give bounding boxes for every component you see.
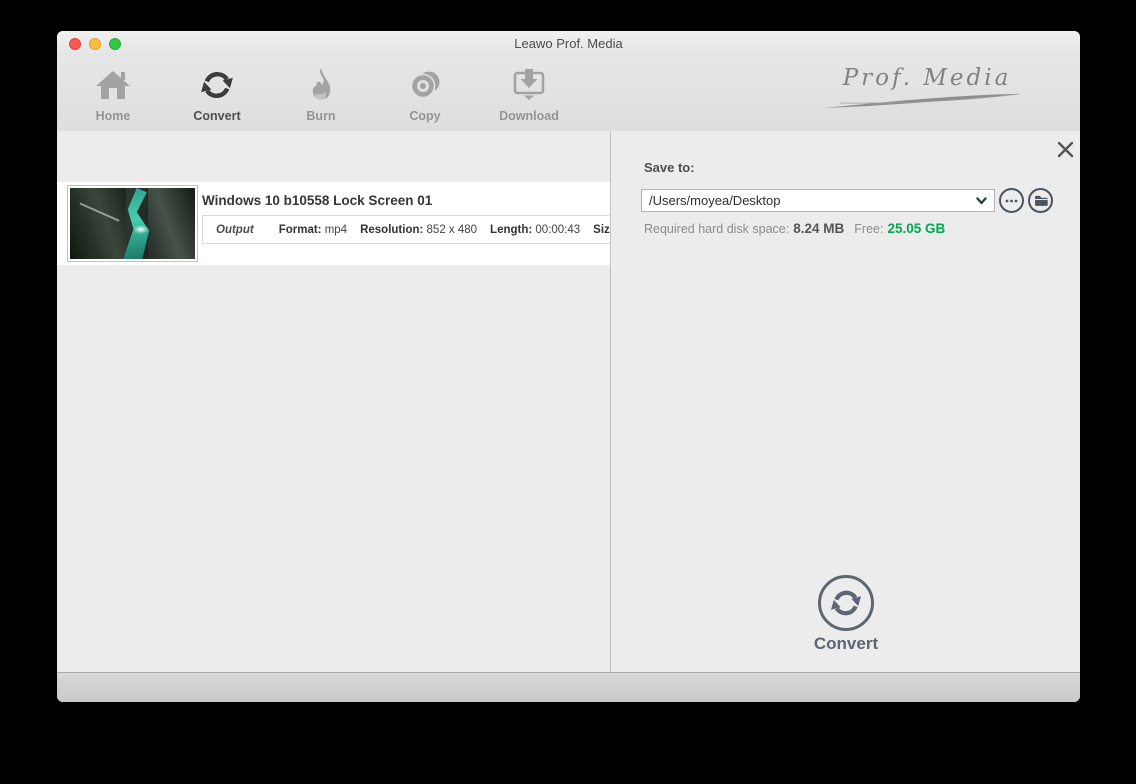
download-icon <box>485 66 573 104</box>
convert-icon <box>173 66 261 104</box>
media-info-box: Output Format: mp4 Resolution: 852 x 480… <box>202 215 610 244</box>
save-settings-panel: Save to: /Users/moyea/Desktop Required h… <box>611 131 1080 672</box>
burn-flame-icon <box>277 66 365 104</box>
home-icon <box>69 66 157 104</box>
toolbar-item-copy[interactable]: Copy <box>381 57 469 131</box>
copy-disc-icon <box>381 66 469 104</box>
convert-action-button[interactable] <box>818 575 874 631</box>
save-path-dropdown[interactable]: /Users/moyea/Desktop <box>641 189 995 212</box>
format-field: Format: mp4 <box>278 223 348 236</box>
toolbar-item-convert[interactable]: Convert <box>173 57 261 131</box>
title-bar: Leawo Prof. Media <box>57 31 1080 58</box>
convert-arrows-icon <box>830 590 862 616</box>
save-to-label: Save to: <box>644 160 695 175</box>
required-space-label: Required hard disk space: <box>644 222 790 236</box>
save-path-value: /Users/moyea/Desktop <box>649 193 781 208</box>
window-title: Leawo Prof. Media <box>514 36 623 51</box>
length-field: Length: 00:00:43 <box>490 223 581 236</box>
toolbar-item-download[interactable]: Download <box>485 57 573 131</box>
toolbar-label-convert: Convert <box>193 109 241 123</box>
browse-ellipsis-button[interactable] <box>999 188 1024 213</box>
media-list-panel: Windows 10 b10558 Lock Screen 01 Output … <box>57 131 610 672</box>
toolbar-label-copy: Copy <box>409 109 441 123</box>
brand-signature-text: Prof. Media <box>842 65 1012 91</box>
app-window: Leawo Prof. Media Home Convert Burn Copy… <box>57 31 1080 702</box>
toolbar-item-burn[interactable]: Burn <box>277 57 365 131</box>
toolbar-label-download: Download <box>499 109 559 123</box>
size-field: Size <box>593 223 610 236</box>
folder-icon <box>1034 195 1048 206</box>
toolbar-label-burn: Burn <box>306 109 336 123</box>
media-list-item[interactable]: Windows 10 b10558 Lock Screen 01 Output … <box>57 182 610 265</box>
ellipsis-icon <box>1005 199 1018 202</box>
signature-swoosh <box>824 93 1022 108</box>
resolution-field: Resolution: 852 x 480 <box>360 223 478 236</box>
main-toolbar: Home Convert Burn Copy Download Prof. Me… <box>57 57 1080 131</box>
media-title: Windows 10 b10558 Lock Screen 01 <box>202 193 433 208</box>
free-space-value: 25.05 GB <box>887 221 946 236</box>
brand-signature: Prof. Media <box>822 65 1032 111</box>
status-bar <box>57 672 1080 702</box>
close-panel-icon[interactable] <box>1052 136 1078 162</box>
convert-action-label: Convert <box>813 634 879 653</box>
free-space-label: Free: <box>854 222 884 236</box>
chevron-down-icon <box>969 196 994 205</box>
required-space-value: 8.24 MB <box>793 221 845 236</box>
media-thumbnail <box>67 185 198 262</box>
disk-space-status: Required hard disk space: 8.24 MB Free: 25.… <box>644 221 945 236</box>
open-folder-button[interactable] <box>1028 188 1053 213</box>
toolbar-item-home[interactable]: Home <box>69 57 157 131</box>
toolbar-label-home: Home <box>95 109 131 123</box>
output-label: Output <box>216 223 254 236</box>
